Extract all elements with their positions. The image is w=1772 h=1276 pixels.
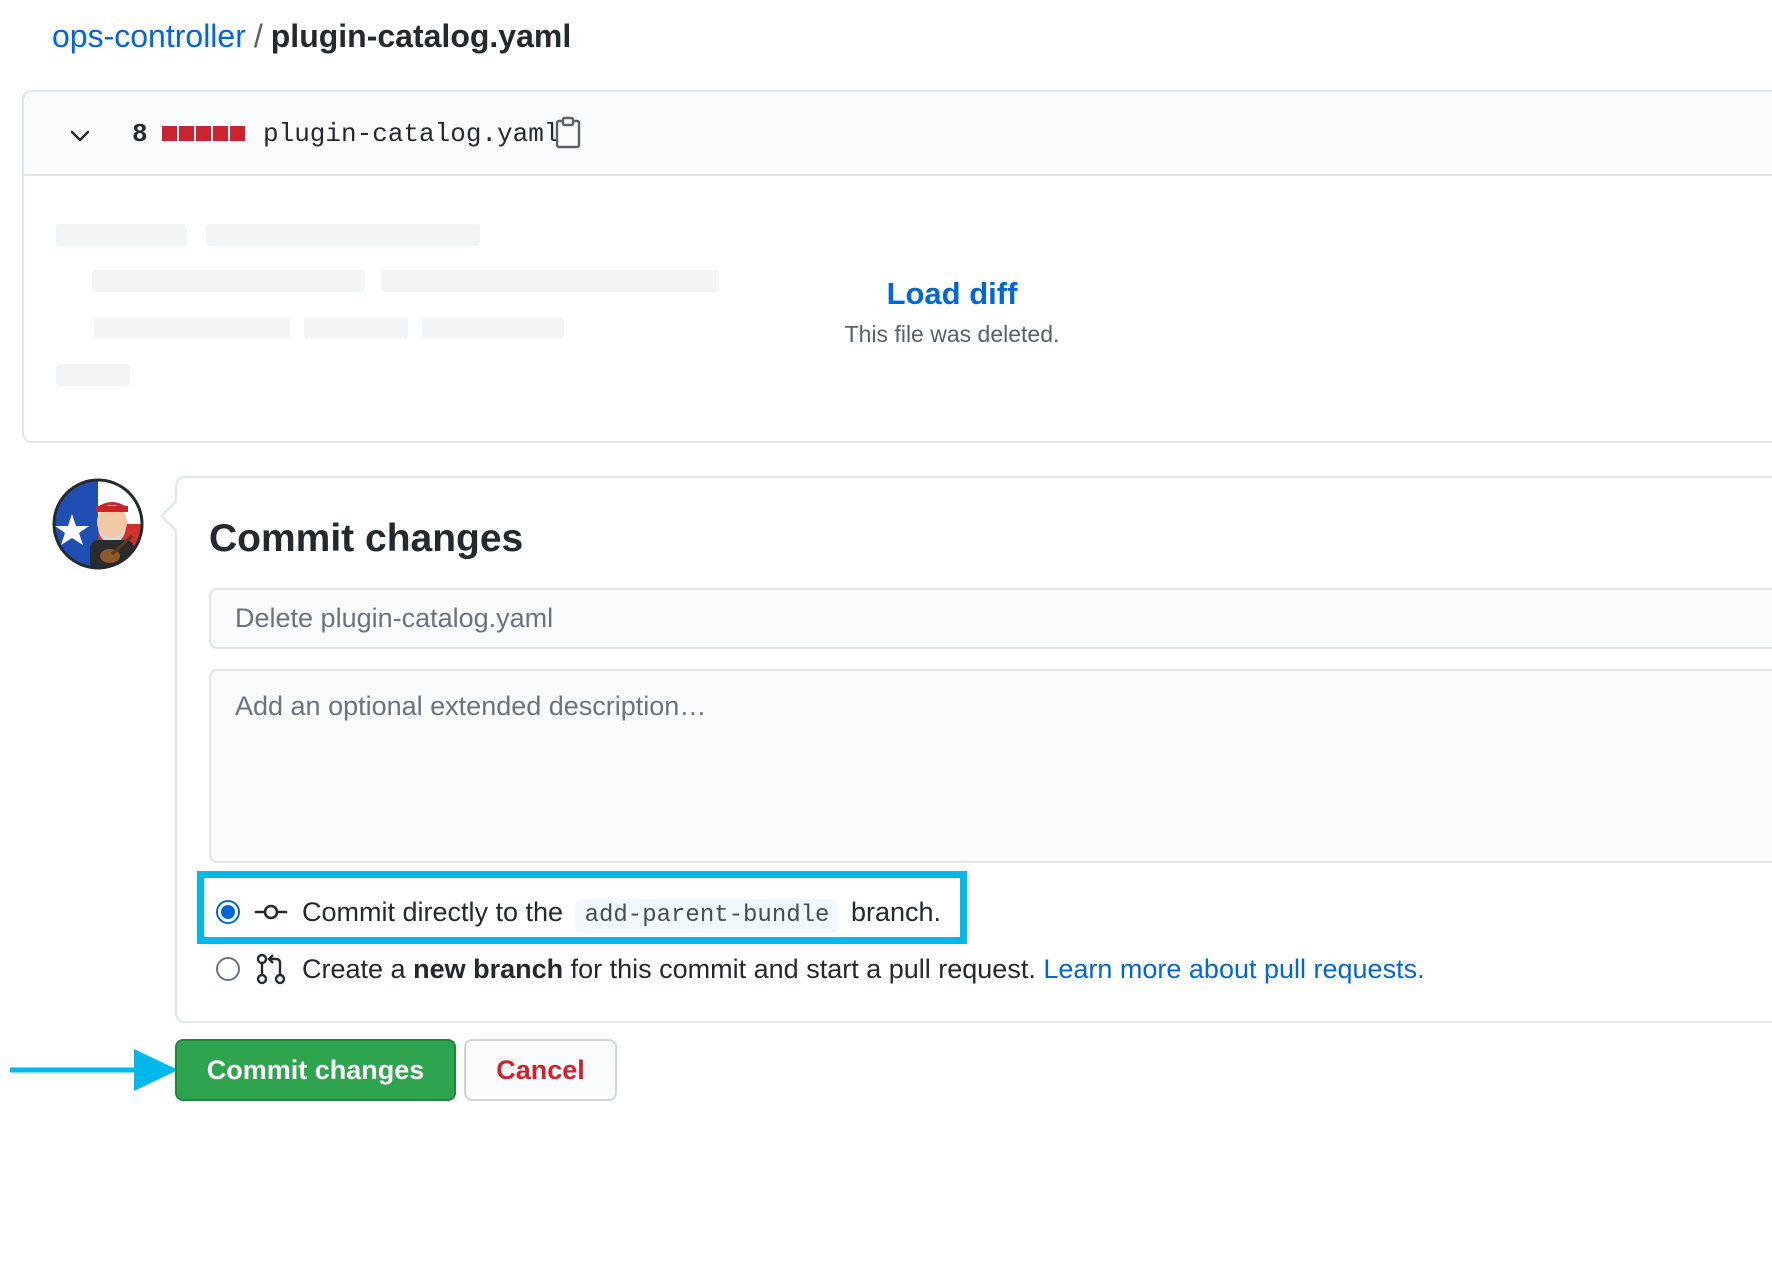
- user-avatar[interactable]: [52, 478, 144, 570]
- diff-file-name: plugin-catalog.yaml: [263, 119, 560, 149]
- commit-description-input[interactable]: [209, 669, 1772, 863]
- deletion-count: 8: [132, 119, 148, 149]
- git-pull-request-icon: [256, 953, 286, 985]
- cancel-button[interactable]: Cancel: [464, 1039, 617, 1101]
- skeleton-line: [94, 317, 290, 339]
- new-branch-text-after: for this commit and start a pull request…: [570, 954, 1036, 984]
- branch-name-badge: add-parent-bundle: [574, 899, 840, 933]
- diffstat-block: [230, 126, 245, 141]
- skeleton-line: [56, 364, 130, 386]
- commit-direct-radio[interactable]: [216, 900, 240, 924]
- file-diff-box: 8 plugin-catalog.yaml Load diff This fil…: [22, 90, 1772, 443]
- commit-direct-text-after: branch.: [850, 897, 942, 927]
- diffstat-block: [162, 126, 177, 141]
- commit-direct-text: Commit directly to the: [302, 897, 564, 927]
- file-deleted-note: This file was deleted.: [844, 321, 1060, 347]
- load-diff-link[interactable]: Load diff: [862, 274, 1042, 314]
- arrow-annotation-icon: [10, 1049, 178, 1091]
- new-branch-radio[interactable]: [216, 957, 240, 981]
- repo-link[interactable]: ops-controller: [52, 18, 246, 54]
- diffstat-block: [196, 126, 211, 141]
- chevron-down-icon[interactable]: [66, 122, 94, 150]
- skeleton-line: [381, 270, 719, 292]
- pull-requests-help-link[interactable]: Learn more about pull requests.: [1043, 954, 1424, 984]
- breadcrumb-separator: /: [253, 18, 263, 54]
- diffstat-bar: [162, 126, 247, 142]
- copy-path-icon[interactable]: [554, 116, 582, 150]
- skeleton-line: [206, 224, 480, 246]
- diffstat-block: [213, 126, 228, 141]
- comment-caret-inner: [163, 502, 177, 530]
- new-branch-bold: new branch: [413, 954, 564, 984]
- commit-direct-label[interactable]: Commit directly to the add-parent-bundle…: [302, 895, 941, 933]
- git-commit-icon: [254, 904, 288, 920]
- file-header: 8 plugin-catalog.yaml: [24, 92, 1772, 176]
- commit-summary-input[interactable]: [209, 588, 1772, 649]
- commit-form-title: Commit changes: [209, 517, 524, 560]
- diffstat-block: [179, 126, 194, 141]
- new-branch-label[interactable]: Create a new branch for this commit and …: [302, 952, 1425, 986]
- commit-changes-button[interactable]: Commit changes: [175, 1039, 456, 1101]
- skeleton-line: [92, 270, 365, 292]
- skeleton-line: [422, 317, 564, 339]
- breadcrumb: ops-controller / plugin-catalog.yaml: [52, 16, 571, 56]
- new-branch-text: Create a: [302, 954, 406, 984]
- breadcrumb-file: plugin-catalog.yaml: [270, 18, 572, 54]
- skeleton-line: [56, 224, 187, 246]
- skeleton-line: [304, 317, 408, 339]
